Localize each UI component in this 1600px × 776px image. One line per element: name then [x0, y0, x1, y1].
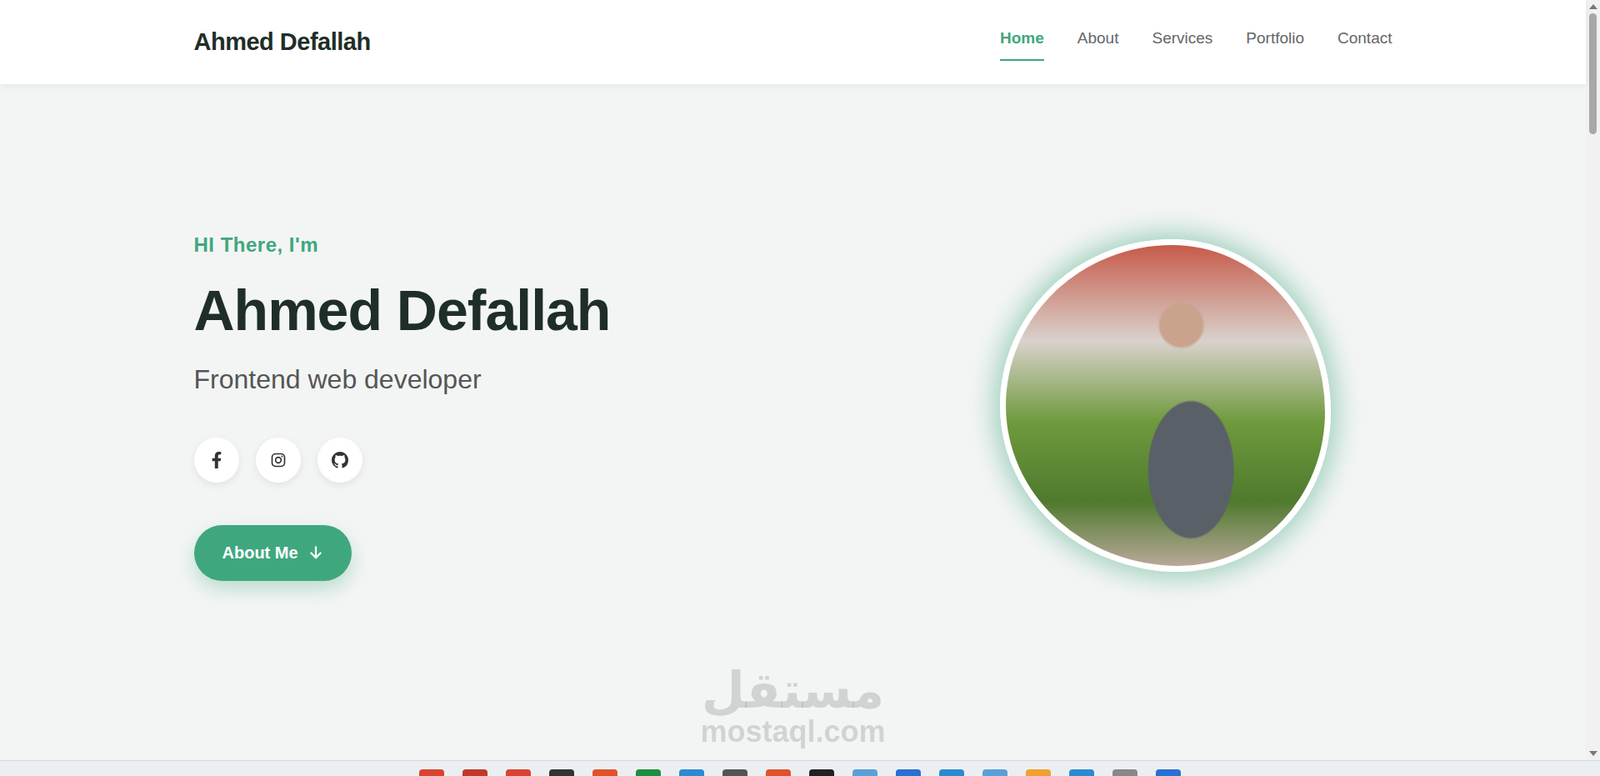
- hero-name: Ahmed Defallah: [194, 276, 611, 345]
- watermark: مستقل mostaql.com: [700, 665, 885, 747]
- brand-logo[interactable]: Ahmed Defallah: [194, 24, 371, 61]
- scroll-thumb[interactable]: [1589, 13, 1597, 135]
- facebook-link[interactable]: [194, 437, 240, 483]
- taskbar-app-icon[interactable]: [1025, 769, 1051, 776]
- taskbar-app-icon[interactable]: [722, 769, 748, 776]
- taskbar-app-icon[interactable]: [635, 769, 661, 776]
- taskbar: [0, 760, 1600, 776]
- taskbar-app-icon[interactable]: [765, 769, 791, 776]
- taskbar-app-icon[interactable]: [1112, 769, 1138, 776]
- taskbar-app-icon[interactable]: [939, 769, 965, 776]
- hero-section: HI There, I'm Ahmed Defallah Frontend we…: [0, 84, 1586, 760]
- instagram-icon: [270, 451, 287, 469]
- scroll-up-icon[interactable]: [1589, 4, 1598, 10]
- social-links: [194, 437, 611, 483]
- nav-link[interactable]: Portfolio: [1245, 23, 1305, 61]
- nav-link[interactable]: Contact: [1337, 23, 1392, 61]
- taskbar-app-icon[interactable]: [1155, 769, 1181, 776]
- taskbar-app-icon[interactable]: [852, 769, 878, 776]
- browser-screen: Ahmed Defallah Home About Services Portfoli…: [0, 0, 1600, 776]
- page: Ahmed Defallah Home About Services Portfoli…: [0, 0, 1586, 760]
- taskbar-app-icon[interactable]: [549, 769, 575, 776]
- nav-link[interactable]: About: [1077, 23, 1120, 61]
- taskbar-app-icon[interactable]: [982, 769, 1008, 776]
- watermark-arabic: مستقل: [700, 665, 885, 715]
- profile-photo: [1000, 239, 1331, 572]
- profile-photo-frame: [1000, 239, 1331, 572]
- github-icon: [331, 451, 349, 469]
- taskbar-app-icon[interactable]: [1069, 769, 1095, 776]
- nav-link[interactable]: Home: [1000, 23, 1045, 61]
- taskbar-app-icon[interactable]: [809, 769, 835, 776]
- taskbar-app-icon[interactable]: [592, 769, 618, 776]
- about-me-label: About Me: [222, 540, 299, 565]
- nav-links: Home About Services Portfolio Contact: [1000, 23, 1393, 61]
- watermark-latin: mostaql.com: [700, 716, 885, 747]
- taskbar-app-icon[interactable]: [895, 769, 921, 776]
- scroll-down-icon[interactable]: [1589, 750, 1598, 756]
- arrow-down-icon: [308, 545, 324, 560]
- about-me-button[interactable]: About Me: [194, 525, 352, 581]
- taskbar-app-icon[interactable]: [679, 769, 705, 776]
- hero-text: HI There, I'm Ahmed Defallah Frontend we…: [194, 230, 611, 581]
- top-navbar: Ahmed Defallah Home About Services Portfoli…: [0, 0, 1586, 85]
- taskbar-app-icon[interactable]: [419, 769, 445, 776]
- facebook-icon: [208, 451, 225, 469]
- hero-role: Frontend web developer: [194, 363, 611, 395]
- taskbar-app-icon[interactable]: [462, 769, 488, 776]
- nav-link[interactable]: Services: [1151, 23, 1213, 61]
- taskbar-app-icon[interactable]: [505, 769, 531, 776]
- instagram-link[interactable]: [255, 437, 301, 483]
- scrollbar[interactable]: [1585, 0, 1600, 760]
- greeting: HI There, I'm: [194, 230, 611, 260]
- github-link[interactable]: [317, 437, 363, 483]
